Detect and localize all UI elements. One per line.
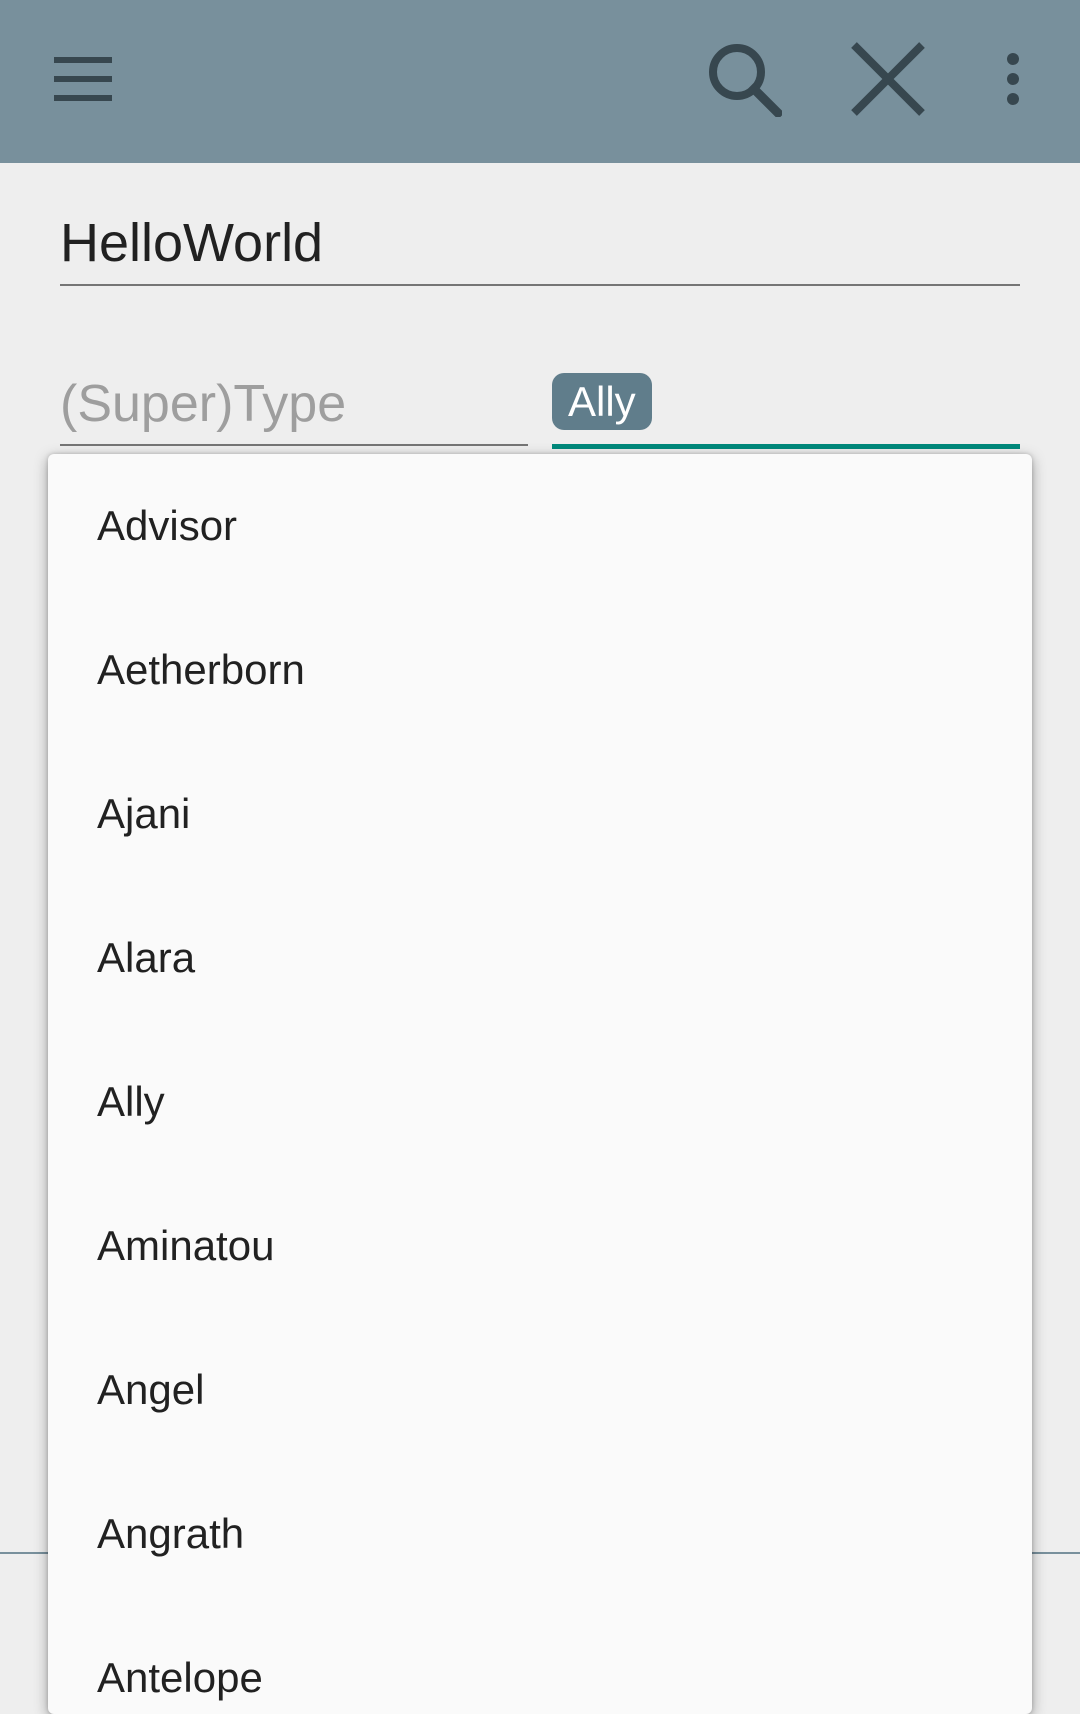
close-button[interactable] bbox=[833, 24, 943, 134]
card-name-field[interactable]: HelloWorld bbox=[60, 200, 1020, 286]
supertype-field[interactable]: (Super)Type bbox=[60, 360, 528, 446]
background-divider-right bbox=[1032, 1552, 1080, 1554]
more-options-button[interactable] bbox=[958, 24, 1068, 134]
dropdown-item[interactable]: Advisor bbox=[48, 454, 1032, 598]
app-toolbar bbox=[0, 0, 1080, 163]
hamburger-menu-icon bbox=[54, 57, 112, 101]
dropdown-item[interactable]: Aetherborn bbox=[48, 598, 1032, 742]
subtype-chip[interactable]: Ally bbox=[552, 373, 652, 430]
subtype-suggestion-dropdown: Advisor Aetherborn Ajani Alara Ally Amin… bbox=[48, 454, 1032, 1714]
dropdown-item[interactable]: Aminatou bbox=[48, 1174, 1032, 1318]
dropdown-item[interactable]: Ajani bbox=[48, 742, 1032, 886]
search-button[interactable] bbox=[689, 24, 799, 134]
close-icon bbox=[851, 42, 925, 116]
dropdown-item[interactable]: Alara bbox=[48, 886, 1032, 1030]
menu-button[interactable] bbox=[29, 24, 139, 134]
card-name-value: HelloWorld bbox=[60, 213, 324, 273]
subtype-field[interactable]: Ally bbox=[552, 360, 1020, 449]
search-icon bbox=[709, 44, 782, 117]
dropdown-item[interactable]: Angrath bbox=[48, 1462, 1032, 1606]
dropdown-item[interactable]: Angel bbox=[48, 1318, 1032, 1462]
supertype-placeholder: (Super)Type bbox=[60, 375, 347, 433]
more-vert-icon bbox=[1007, 53, 1019, 105]
background-divider-left bbox=[0, 1552, 48, 1554]
dropdown-item[interactable]: Antelope bbox=[48, 1606, 1032, 1714]
dropdown-item[interactable]: Ally bbox=[48, 1030, 1032, 1174]
